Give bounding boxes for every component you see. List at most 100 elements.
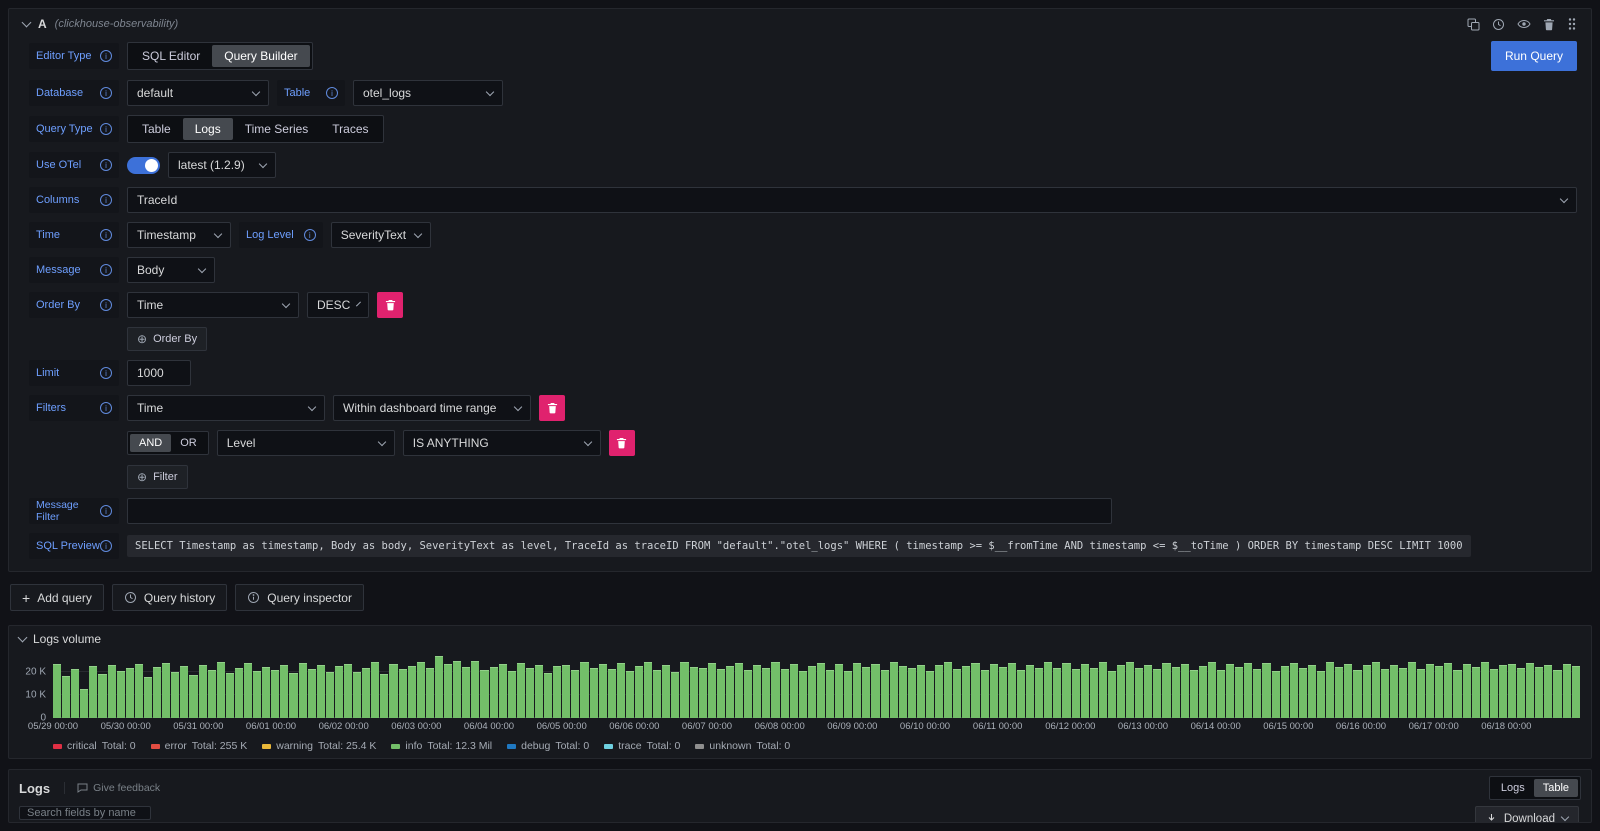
query-type-traces[interactable]: Traces [320,118,380,140]
info-icon[interactable] [100,264,112,276]
info-icon[interactable] [100,229,112,241]
volume-bar [1535,667,1543,718]
filter2-operator-select[interactable]: IS ANYTHING [403,430,601,456]
query-type-group: TableLogsTime SeriesTraces [127,115,384,143]
time-row: Time Timestamp Log Level SeverityText [29,222,1577,248]
filter2-field-select[interactable]: Level [217,430,395,456]
editor-type-sql-editor[interactable]: SQL Editor [130,45,212,67]
legend-label: critical [67,740,97,752]
limit-input[interactable] [127,360,191,386]
legend-swatch [695,744,704,749]
columns-label: Columns [29,187,119,213]
info-icon[interactable] [100,505,112,517]
order-by-field-select[interactable]: Time [127,292,299,318]
info-icon[interactable] [100,123,112,135]
legend-item-trace[interactable]: traceTotal: 0 [604,740,680,752]
add-filter-row: ⊕ Filter [127,465,1577,489]
duplicate-query-icon[interactable] [1467,18,1480,31]
chevron-down-icon [252,87,260,95]
legend-item-warning[interactable]: warningTotal: 25.4 K [262,740,376,752]
info-icon[interactable] [100,299,112,311]
filter2-row: ANDOR Level IS ANYTHING [127,430,1577,456]
legend-item-critical[interactable]: criticalTotal: 0 [53,740,136,752]
run-query-button[interactable]: Run Query [1491,41,1577,71]
editor-type-query-builder[interactable]: Query Builder [212,45,309,67]
info-icon[interactable] [100,87,112,99]
legend-item-info[interactable]: infoTotal: 12.3 Mil [391,740,492,752]
order-direction-select[interactable]: DESC [307,292,369,318]
remove-order-by-button[interactable] [377,292,403,318]
table-select[interactable]: otel_logs [353,80,503,106]
chevron-down-icon [282,299,290,307]
collapse-panel-chevron-icon[interactable] [18,633,28,643]
database-select[interactable]: default [127,80,269,106]
otel-version-select[interactable]: latest (1.2.9) [168,152,276,178]
download-button[interactable]: Download [1475,806,1579,822]
query-type-logs[interactable]: Logs [183,118,233,140]
drag-handle-icon[interactable] [1567,17,1577,31]
log-level-select[interactable]: SeverityText [331,222,431,248]
volume-bar [471,661,479,718]
query-ref-id: A [38,17,47,31]
legend-item-unknown[interactable]: unknownTotal: 0 [695,740,790,752]
info-icon[interactable] [304,229,316,241]
x-tick-label: 06/07 00:00 [682,721,732,732]
volume-bar [89,666,97,718]
time-column-value: Timestamp [137,228,196,242]
query-history-button[interactable]: Query history [112,584,227,611]
legend-item-error[interactable]: errorTotal: 255 K [151,740,248,752]
query-type-table[interactable]: Table [130,118,183,140]
info-icon[interactable] [100,194,112,206]
volume-bar [189,675,197,718]
remove-filter2-button[interactable] [609,430,635,456]
collapse-query-chevron-icon[interactable] [22,18,32,28]
info-icon[interactable] [100,367,112,379]
volume-bar [671,672,679,718]
info-icon[interactable] [100,50,112,62]
add-order-by-button[interactable]: ⊕ Order By [127,327,207,351]
message-filter-input[interactable] [127,498,1112,524]
history-clock-icon [124,591,137,604]
volume-bar [1553,670,1561,718]
order-by-label: Order By [29,292,119,318]
remove-filter1-button[interactable] [539,395,565,421]
volume-bar [662,665,670,718]
query-row-header: A (clickhouse-observability) [17,13,1583,35]
volume-bar [762,668,770,718]
info-icon[interactable] [100,402,112,414]
volume-bar [1517,668,1525,718]
logs-view-logs[interactable]: Logs [1492,779,1534,797]
conjunction-and[interactable]: AND [130,434,171,452]
give-feedback-link[interactable]: Give feedback [64,782,160,794]
search-fields-input[interactable] [19,806,151,820]
add-filter-button[interactable]: ⊕ Filter [127,465,188,489]
columns-multiselect[interactable]: TraceId [127,187,1577,213]
volume-bar [335,666,343,718]
message-column-value: Body [137,263,164,277]
query-history-icon[interactable] [1492,18,1505,31]
volume-bar [117,671,125,718]
time-column-select[interactable]: Timestamp [127,222,231,248]
query-inspector-button[interactable]: Query inspector [235,584,364,611]
download-row: Download [163,806,1581,822]
chevron-down-icon [259,159,267,167]
logs-volume-header[interactable]: Logs volume [9,626,1591,652]
message-column-select[interactable]: Body [127,257,215,283]
use-otel-toggle[interactable] [127,157,160,174]
query-type-time-series[interactable]: Time Series [233,118,321,140]
chevron-down-icon [413,229,421,237]
add-query-button[interactable]: + Add query [10,584,104,611]
volume-bar [680,662,688,718]
volume-bar [862,667,870,718]
conjunction-or[interactable]: OR [171,434,206,452]
delete-query-icon[interactable] [1543,18,1555,31]
logs-view-table[interactable]: Table [1534,779,1578,797]
hide-response-eye-icon[interactable] [1517,18,1531,30]
legend-item-debug[interactable]: debugTotal: 0 [507,740,589,752]
info-icon[interactable] [100,159,112,171]
info-icon[interactable] [100,540,112,552]
filter1-operator-select[interactable]: Within dashboard time range [333,395,531,421]
plus-icon: + [22,591,30,605]
info-icon[interactable] [326,87,338,99]
filter1-field-select[interactable]: Time [127,395,325,421]
